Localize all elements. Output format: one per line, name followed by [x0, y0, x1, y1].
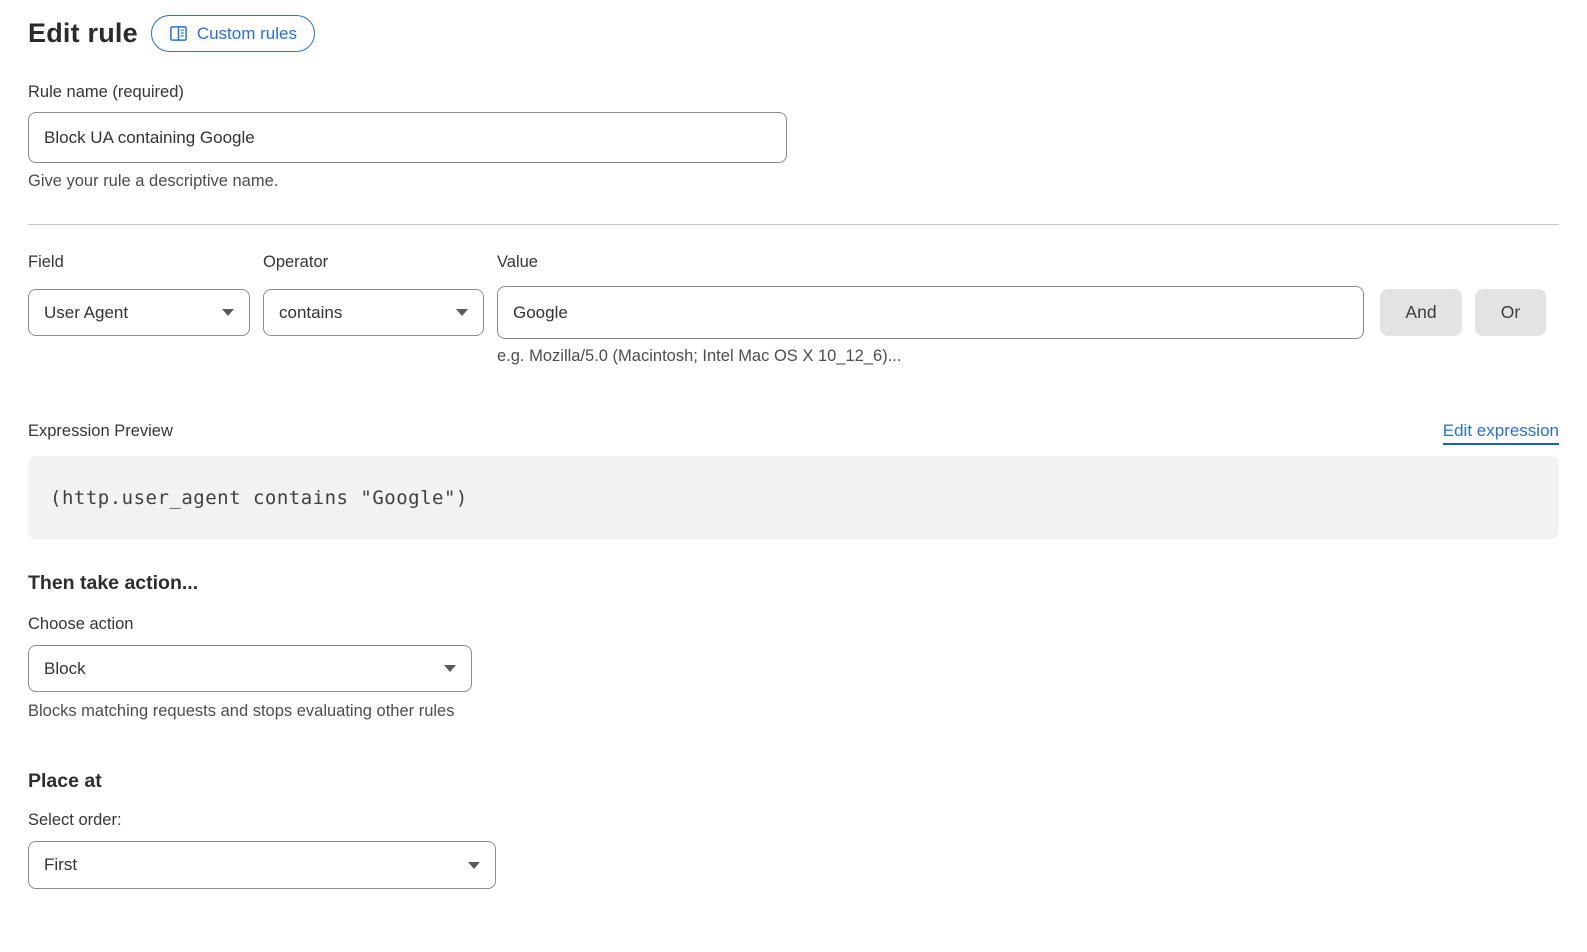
chevron-down-icon	[444, 665, 456, 672]
condition-labels-row: Field Operator Value	[28, 253, 1559, 272]
order-dropdown-value: First	[44, 855, 77, 875]
page-title: Edit rule	[28, 18, 138, 49]
placement-section-heading: Place at	[28, 770, 1559, 793]
choose-action-label: Choose action	[28, 615, 1559, 634]
custom-rules-button-label: Custom rules	[197, 24, 297, 44]
expression-preview-row: Expression Preview Edit expression	[28, 421, 1559, 445]
expression-code: (http.user_agent contains "Google")	[50, 487, 468, 509]
section-divider	[28, 224, 1559, 225]
and-button[interactable]: And	[1380, 289, 1462, 336]
rule-name-label: Rule name (required)	[28, 83, 1559, 102]
rule-name-input[interactable]	[28, 112, 787, 163]
operator-label: Operator	[263, 253, 497, 272]
order-dropdown[interactable]: First	[28, 841, 496, 889]
or-button[interactable]: Or	[1475, 289, 1546, 336]
value-label: Value	[497, 253, 538, 272]
chevron-down-icon	[468, 862, 480, 869]
operator-dropdown-value: contains	[279, 303, 342, 323]
action-help: Blocks matching requests and stops evalu…	[28, 702, 1559, 721]
action-dropdown-value: Block	[44, 659, 86, 679]
condition-controls-row: User Agent contains And Or	[28, 286, 1559, 339]
value-input[interactable]	[497, 286, 1364, 339]
action-dropdown[interactable]: Block	[28, 645, 472, 692]
field-dropdown-value: User Agent	[44, 303, 128, 323]
chevron-down-icon	[456, 309, 468, 316]
expression-code-block: (http.user_agent contains "Google")	[28, 456, 1559, 539]
field-dropdown[interactable]: User Agent	[28, 289, 250, 336]
expression-preview-label: Expression Preview	[28, 422, 173, 441]
field-label: Field	[28, 253, 263, 272]
operator-dropdown[interactable]: contains	[263, 289, 484, 336]
edit-expression-link[interactable]: Edit expression	[1443, 421, 1559, 445]
select-order-label: Select order:	[28, 811, 1559, 830]
rule-name-help: Give your rule a descriptive name.	[28, 172, 1559, 191]
value-help: e.g. Mozilla/5.0 (Macintosh; Intel Mac O…	[497, 347, 1559, 366]
edit-rule-form: Edit rule Custom rules Rule name (requir…	[28, 0, 1559, 889]
header: Edit rule Custom rules	[28, 15, 1559, 52]
custom-rules-button[interactable]: Custom rules	[151, 15, 315, 52]
chevron-down-icon	[222, 309, 234, 316]
action-section-heading: Then take action...	[28, 572, 1559, 595]
open-book-icon	[169, 24, 188, 43]
